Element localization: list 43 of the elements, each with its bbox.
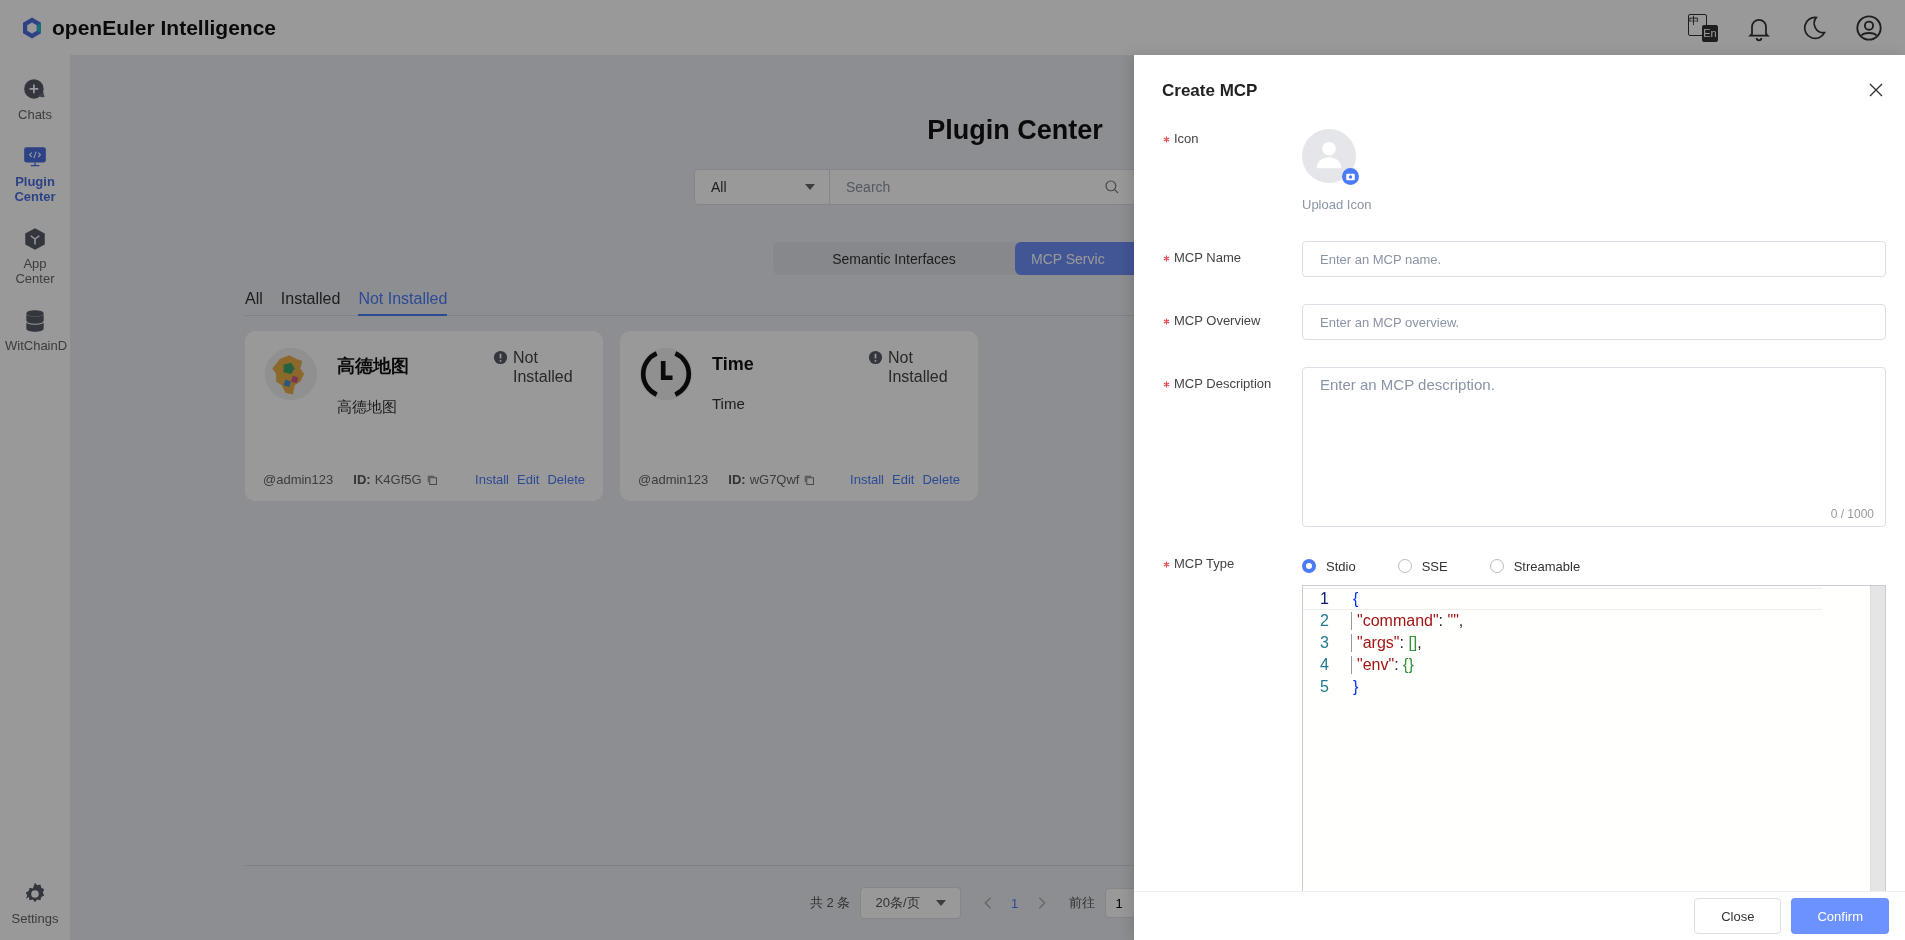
plugin-name: Time [712,354,755,375]
field-label: MCP Description [1174,375,1272,393]
plugin-description: Time [712,395,746,412]
radio-label: Streamable [1513,558,1581,574]
id-label: ID: [728,472,746,487]
field-label: Icon [1174,131,1199,147]
app-title: openEuler Intelligence [52,15,277,40]
total-count: 共 2 条 [810,894,851,912]
character-counter: 0 / 1000 [1830,507,1874,521]
code-text: "command": "", [1351,612,1464,630]
status-text: Not Installed [513,348,574,386]
id-value: K4Gf5G [374,472,422,487]
status-text: Not Installed [888,348,949,386]
dropdown-value: 20条/页 [875,894,920,912]
id-value: wG7Qwf [749,472,800,487]
drawer-title: Create MCP [1162,81,1258,101]
goto-label: 前往 [1068,894,1095,912]
author-name: @admin123 [638,472,709,487]
line-number: 4 [1319,656,1329,674]
sidebar-label: App Center [14,256,56,286]
code-text: { [1353,590,1359,608]
radio-label: Stdio [1326,558,1356,574]
line-number: 3 [1319,634,1329,652]
field-label: MCP Type [1174,555,1235,573]
author-name: @admin123 [263,472,334,487]
dropdown-value: All [711,179,727,195]
page-title: Plugin Center [927,115,1103,146]
sidebar-label: Chats [17,107,53,122]
plugin-description: 高德地图 [337,398,398,417]
field-label: MCP Name [1174,249,1241,267]
id-label: ID: [353,472,371,487]
radio-label: SSE [1421,558,1448,574]
code-text: } [1353,678,1359,696]
plugin-name: 高德地图 [337,355,410,378]
field-label: MCP Overview [1174,312,1261,330]
line-number: 1 [1319,590,1329,608]
sidebar-label: WitChainD [5,338,65,353]
code-text: "args": [], [1351,634,1422,652]
code-text: "env": {} [1351,656,1414,674]
sidebar-label: Settings [10,911,60,926]
line-number: 5 [1319,678,1329,696]
sidebar-label: Plugin Center [13,174,57,204]
line-number: 2 [1319,612,1329,630]
